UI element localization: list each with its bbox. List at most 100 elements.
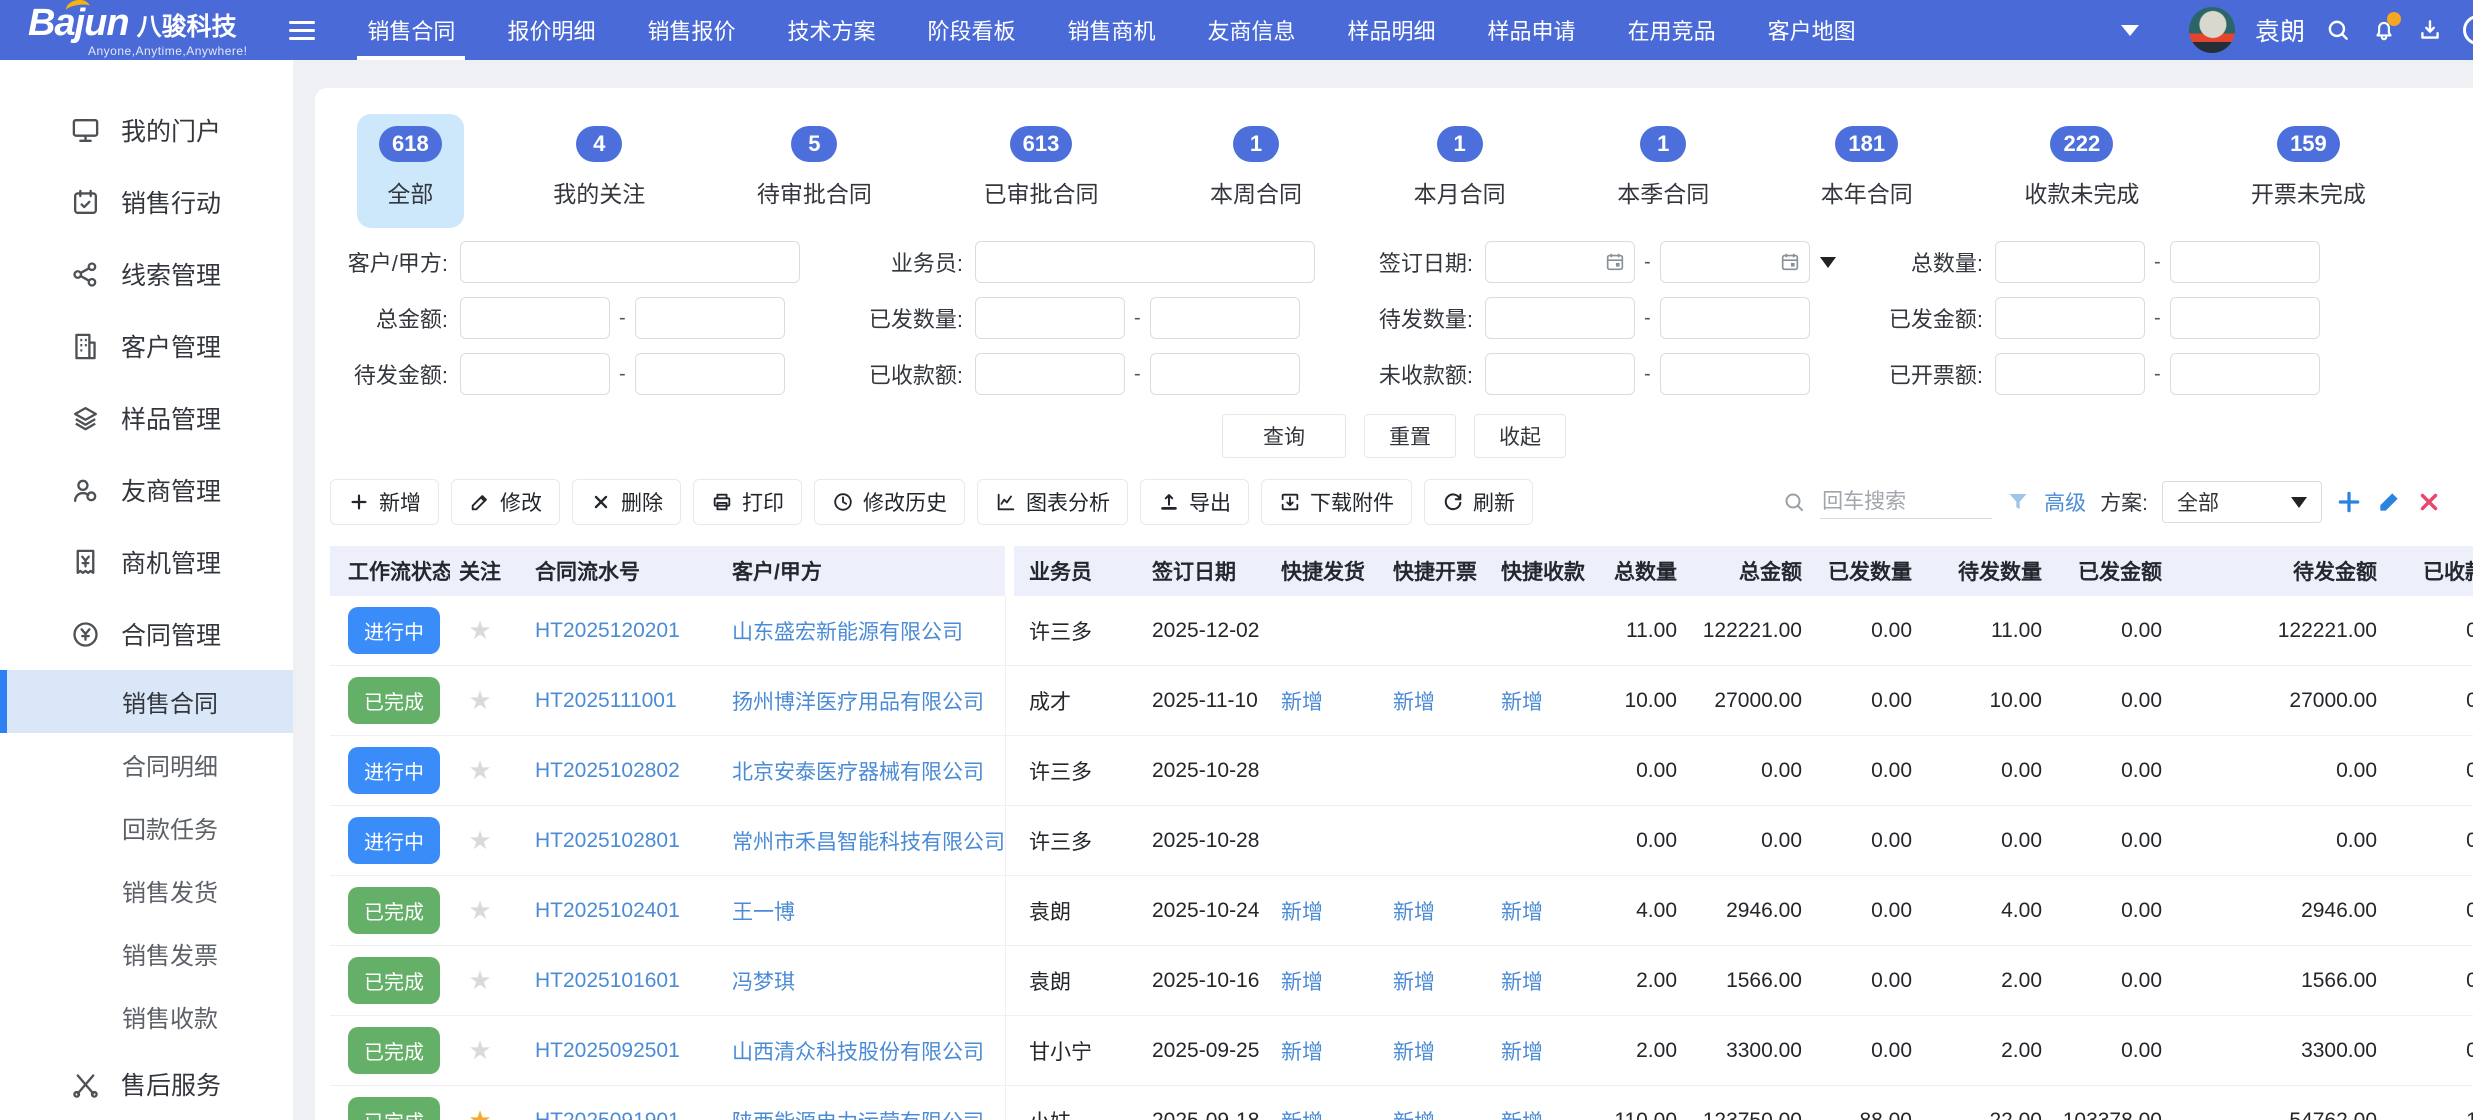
nav-tab[interactable]: 友商信息 bbox=[1182, 0, 1322, 60]
sidebar-subitem[interactable]: 销售收款 bbox=[0, 985, 293, 1048]
bell-icon[interactable] bbox=[2371, 17, 2397, 43]
star-icon[interactable] bbox=[468, 965, 491, 996]
unreceived-amount-min-input[interactable] bbox=[1485, 353, 1635, 395]
star-icon[interactable] bbox=[468, 895, 491, 926]
quick-ship-add-link[interactable]: 新增 bbox=[1281, 1106, 1323, 1120]
quick-receipt-add-link[interactable]: 新增 bbox=[1501, 1036, 1543, 1066]
table-row[interactable]: 进行中 HT2025102801 常州市禾昌智能科技有限公司 许三多 2025-… bbox=[330, 806, 2473, 876]
shipped-qty-min-input[interactable] bbox=[975, 297, 1125, 339]
nav-tab[interactable]: 销售报价 bbox=[621, 0, 761, 60]
stat-item[interactable]: 618 全部 bbox=[357, 114, 464, 228]
quick-ship-add-link[interactable]: 新增 bbox=[1281, 966, 1323, 996]
nav-tab[interactable]: 报价明细 bbox=[481, 0, 621, 60]
invoiced-amount-min-input[interactable] bbox=[1995, 353, 2145, 395]
column-header[interactable]: 快捷开票 bbox=[1391, 546, 1499, 596]
add-button[interactable]: 新增 bbox=[330, 479, 439, 525]
scheme-add-icon[interactable] bbox=[2336, 489, 2362, 515]
pending-qty-min-input[interactable] bbox=[1485, 297, 1635, 339]
column-header[interactable]: 总金额 bbox=[1689, 546, 1814, 596]
nav-tab[interactable]: 技术方案 bbox=[761, 0, 901, 60]
sidebar-subitem[interactable]: 销售发货 bbox=[0, 859, 293, 922]
star-icon[interactable] bbox=[468, 1105, 491, 1120]
stat-item[interactable]: 1 本周合同 bbox=[1188, 114, 1324, 228]
nav-tab[interactable]: 销售商机 bbox=[1042, 0, 1182, 60]
sign-date-end-input[interactable] bbox=[1660, 241, 1810, 283]
customer-link[interactable]: 陕西能源电力运营有限公司 bbox=[732, 1106, 984, 1120]
total-qty-min-input[interactable] bbox=[1995, 241, 2145, 283]
stat-item[interactable]: 222 收款未完成 bbox=[2002, 114, 2161, 228]
star-icon[interactable] bbox=[468, 615, 491, 646]
table-row[interactable]: 进行中 HT2025102802 北京安泰医疗器械有限公司 许三多 2025-1… bbox=[330, 736, 2473, 806]
quick-invoice-add-link[interactable]: 新增 bbox=[1393, 686, 1435, 716]
print-button[interactable]: 打印 bbox=[693, 479, 802, 525]
column-header[interactable]: 总数量 bbox=[1609, 546, 1689, 596]
nav-tab[interactable]: 样品申请 bbox=[1462, 0, 1602, 60]
customer-link[interactable]: 山西清众科技股份有限公司 bbox=[732, 1036, 984, 1066]
customer-link[interactable]: 冯梦琪 bbox=[732, 966, 795, 996]
quick-receipt-add-link[interactable]: 新增 bbox=[1501, 966, 1543, 996]
sidebar-subitem[interactable]: 销售合同 bbox=[0, 670, 293, 733]
quick-invoice-add-link[interactable]: 新增 bbox=[1393, 1036, 1435, 1066]
column-header[interactable]: 待发数量 bbox=[1924, 546, 2054, 596]
contract-number-link[interactable]: HT2025102801 bbox=[535, 829, 680, 853]
customer-link[interactable]: 山东盛宏新能源有限公司 bbox=[732, 616, 963, 646]
pending-amount-min-input[interactable] bbox=[460, 353, 610, 395]
export-button[interactable]: 导出 bbox=[1140, 479, 1249, 525]
column-header[interactable]: 业务员 bbox=[1014, 546, 1144, 596]
edit-button[interactable]: 修改 bbox=[451, 479, 560, 525]
reset-button[interactable]: 重置 bbox=[1364, 414, 1456, 458]
contract-number-link[interactable]: HT2025120201 bbox=[535, 619, 680, 643]
sidebar-item-my-portal[interactable]: 我的门户 bbox=[0, 94, 293, 166]
customer-link[interactable]: 扬州博洋医疗用品有限公司 bbox=[732, 686, 984, 716]
shipped-amount-max-input[interactable] bbox=[2170, 297, 2320, 339]
quick-invoice-add-link[interactable]: 新增 bbox=[1393, 966, 1435, 996]
customer-input[interactable] bbox=[460, 241, 800, 283]
column-header[interactable]: 待发金额 bbox=[2174, 546, 2389, 596]
delete-button[interactable]: 删除 bbox=[572, 479, 681, 525]
filter-funnel-icon[interactable] bbox=[2006, 490, 2030, 514]
contract-number-link[interactable]: HT2025102401 bbox=[535, 899, 680, 923]
nav-tab[interactable]: 客户地图 bbox=[1742, 0, 1882, 60]
pending-qty-max-input[interactable] bbox=[1660, 297, 1810, 339]
stat-item[interactable]: 613 已审批合同 bbox=[961, 114, 1120, 228]
unreceived-amount-max-input[interactable] bbox=[1660, 353, 1810, 395]
pending-amount-max-input[interactable] bbox=[635, 353, 785, 395]
customer-link[interactable]: 北京安泰医疗器械有限公司 bbox=[732, 756, 984, 786]
scheme-delete-icon[interactable] bbox=[2416, 489, 2442, 515]
query-button[interactable]: 查询 bbox=[1222, 414, 1346, 458]
nav-tab[interactable]: 阶段看板 bbox=[901, 0, 1041, 60]
collapse-button[interactable]: 收起 bbox=[1474, 414, 1566, 458]
stat-item[interactable]: 1 本月合同 bbox=[1392, 114, 1528, 228]
nav-tab[interactable]: 销售合同 bbox=[341, 0, 481, 60]
column-header[interactable]: 已发数量 bbox=[1814, 546, 1924, 596]
star-icon[interactable] bbox=[468, 825, 491, 856]
shipped-qty-max-input[interactable] bbox=[1150, 297, 1300, 339]
sidebar-item-opportunities[interactable]: 商机管理 bbox=[0, 526, 293, 598]
refresh-button[interactable]: 刷新 bbox=[1424, 479, 1533, 525]
column-header[interactable]: 签订日期 bbox=[1144, 546, 1279, 596]
chart-analysis-button[interactable]: 图表分析 bbox=[977, 479, 1128, 525]
column-header[interactable]: 客户/甲方 bbox=[705, 546, 1005, 596]
table-search-input[interactable] bbox=[1820, 486, 1992, 519]
total-qty-max-input[interactable] bbox=[2170, 241, 2320, 283]
nav-tab[interactable]: 样品明细 bbox=[1322, 0, 1462, 60]
star-icon[interactable] bbox=[468, 685, 491, 716]
scheme-edit-icon[interactable] bbox=[2376, 489, 2402, 515]
total-amount-max-input[interactable] bbox=[635, 297, 785, 339]
brand-logo[interactable]: Bajun 八骏科技 Anyone,Anytime,Anywhere! bbox=[28, 4, 247, 57]
quick-invoice-add-link[interactable]: 新增 bbox=[1393, 896, 1435, 926]
edit-history-button[interactable]: 修改历史 bbox=[814, 479, 965, 525]
quick-invoice-add-link[interactable]: 新增 bbox=[1393, 1106, 1435, 1120]
shipped-amount-min-input[interactable] bbox=[1995, 297, 2145, 339]
sidebar-subitem[interactable]: 合同明细 bbox=[0, 733, 293, 796]
column-header[interactable]: 快捷收款 bbox=[1499, 546, 1609, 596]
quick-ship-add-link[interactable]: 新增 bbox=[1281, 686, 1323, 716]
total-amount-min-input[interactable] bbox=[460, 297, 610, 339]
star-icon[interactable] bbox=[468, 1035, 491, 1066]
sidebar-item-customers[interactable]: 客户管理 bbox=[0, 310, 293, 382]
column-header[interactable]: 已发金额 bbox=[2054, 546, 2174, 596]
column-header[interactable]: 关注 bbox=[450, 546, 510, 596]
quick-receipt-add-link[interactable]: 新增 bbox=[1501, 686, 1543, 716]
quick-receipt-add-link[interactable]: 新增 bbox=[1501, 1106, 1543, 1120]
sidebar-item-partners[interactable]: 友商管理 bbox=[0, 454, 293, 526]
